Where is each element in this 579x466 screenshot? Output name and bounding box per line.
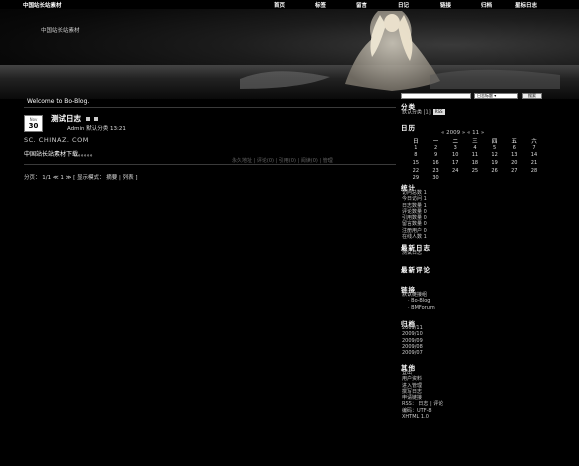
search-input[interactable] xyxy=(401,93,471,99)
weekday-label: 五 xyxy=(511,139,518,145)
calendar-day[interactable]: 7 xyxy=(524,145,544,153)
weekday-label: 一 xyxy=(432,139,439,145)
header-subtitle: 中国站长站素材 xyxy=(41,28,80,34)
divider xyxy=(24,164,396,165)
category-list: 默认分类 [1] RSS xyxy=(402,109,445,116)
calendar-day[interactable]: 12 xyxy=(485,152,505,160)
calendar-day[interactable]: 13 xyxy=(504,152,524,160)
search-button[interactable]: 搜索 xyxy=(522,93,542,99)
post-meta: Admin 默认分类 13:21 xyxy=(67,126,126,132)
link-item[interactable]: · BMForum xyxy=(402,305,435,311)
nav-tags[interactable]: 标签 xyxy=(315,1,326,9)
calendar-day[interactable]: 23 xyxy=(426,168,446,176)
calendar-day[interactable]: 15 xyxy=(406,160,426,168)
latest-post-link[interactable]: 测试日志 xyxy=(402,250,422,256)
nav-home[interactable]: 首页 xyxy=(274,1,285,9)
delete-icon[interactable] xyxy=(94,117,99,121)
rss-button[interactable]: RSS xyxy=(432,109,445,116)
weekday-label: 四 xyxy=(491,139,498,145)
stat-item: 日志数量 1 xyxy=(402,202,427,209)
calendar-title: 日历 xyxy=(401,124,416,132)
calendar-day[interactable]: 24 xyxy=(445,168,465,176)
search-row: 日志标题 ▾ 搜索 xyxy=(401,92,547,100)
calendar-day[interactable]: 30 xyxy=(426,175,446,183)
calendar-day[interactable]: 20 xyxy=(504,160,524,168)
calendar-day[interactable]: 28 xyxy=(524,168,544,176)
calendar-day[interactable]: 10 xyxy=(445,152,465,160)
calendar-day[interactable]: 22 xyxy=(406,168,426,176)
nav-archive[interactable]: 归档 xyxy=(481,1,492,9)
calendar-day[interactable]: 25 xyxy=(465,168,485,176)
calendar-day[interactable]: 4 xyxy=(465,145,485,153)
post-title-text[interactable]: 测试日志 xyxy=(51,114,81,123)
stat-item: 今日访问 1 xyxy=(402,196,427,203)
search-type-select[interactable]: 日志标题 ▾ xyxy=(474,93,518,99)
post-footer-links[interactable]: 永久地址 | 评论(0) | 引用(0) | 阅读(0) | 管理 xyxy=(232,157,333,164)
date-day: 30 xyxy=(28,122,39,130)
calendar-day[interactable]: 1 xyxy=(406,145,426,153)
other-list: 登出 用户资料 进入管理 撰写日志 申请链接 RSS： 日志 | 评论 编码：U… xyxy=(402,370,443,420)
calendar-day[interactable]: 14 xyxy=(524,152,544,160)
archive-link[interactable]: 2009/09 xyxy=(402,338,423,344)
site-name[interactable]: 中国站长站素材 xyxy=(23,1,62,9)
weekday-label: 六 xyxy=(531,139,537,145)
calendar-day[interactable]: 2 xyxy=(426,145,446,153)
welcome-text: Welcome to Bo-Blog. xyxy=(27,98,90,105)
divider xyxy=(24,107,396,108)
calendar-header[interactable]: « 2009 » « 11 » xyxy=(441,130,484,136)
calendar-day[interactable]: 21 xyxy=(524,160,544,168)
weekday-label: 三 xyxy=(472,139,478,145)
calendar-day[interactable]: 26 xyxy=(485,168,505,176)
calendar-day[interactable]: 27 xyxy=(504,168,524,176)
nav-guestbook[interactable]: 留言 xyxy=(356,1,367,9)
calendar-grid: 日 一 二 三 四 五 六 1 2 3 4 5 6 7 8 9 10 11 12… xyxy=(406,137,544,183)
latest-posts-list: 测试日志 xyxy=(402,250,422,256)
stat-item: 在线人数 1 xyxy=(402,234,427,241)
nav-starred[interactable]: 星标日志 xyxy=(515,1,537,9)
archive-list: 2009/11 2009/10 2009/09 2009/08 2009/07 xyxy=(402,325,423,356)
calendar-day[interactable]: 5 xyxy=(485,145,505,153)
weekday-label: 日 xyxy=(413,139,419,145)
edit-icon[interactable] xyxy=(85,117,90,121)
search-type-value: 日志标题 xyxy=(477,93,493,98)
calendar-day[interactable]: 11 xyxy=(465,152,485,160)
stat-item: 留言数量 0 xyxy=(402,221,427,228)
header-banner: 中国站长站素材 xyxy=(0,9,579,99)
woman-figure-image xyxy=(240,11,560,91)
calendar-day[interactable]: 3 xyxy=(445,145,465,153)
calendar-day[interactable]: 19 xyxy=(485,160,505,168)
calendar-day[interactable]: 17 xyxy=(445,160,465,168)
nav-links[interactable]: 链接 xyxy=(440,1,451,9)
stats-list: 访问总数 1 今日访问 1 日志数量 1 评论数量 0 引用数量 0 留言数量 … xyxy=(402,190,427,240)
weekday-label: 二 xyxy=(452,139,458,145)
calendar-day[interactable]: 9 xyxy=(426,152,446,160)
post-title[interactable]: 测试日志 xyxy=(51,113,99,124)
latest-comments-title: 最新评论 xyxy=(401,266,431,274)
nav-diary[interactable]: 日记 xyxy=(398,1,409,9)
archive-link[interactable]: 2009/10 xyxy=(402,331,423,337)
calendar-day[interactable]: 16 xyxy=(426,160,446,168)
category-item[interactable]: 默认分类 [1] xyxy=(402,110,431,116)
calendar-day[interactable]: 6 xyxy=(504,145,524,153)
archive-link[interactable]: 2009/07 xyxy=(402,350,423,356)
post-source: SC. CHINAZ. COM xyxy=(24,136,89,144)
post-body: 中国站长站素材下载。。。。。 xyxy=(24,151,97,158)
rss-links[interactable]: RSS： 日志 | 评论 xyxy=(402,401,443,407)
calendar-day[interactable]: 18 xyxy=(465,160,485,168)
links-list: 默认链接组 · Bo-Blog · BMForum xyxy=(402,292,435,311)
xhtml-text: XHTML 1.0 xyxy=(402,414,429,421)
date-badge: Nov 30 xyxy=(24,115,43,132)
calendar-day[interactable]: 8 xyxy=(406,152,426,160)
pagination[interactable]: 分页： 1/1 ≪ 1 ≫ [ 显示模式： 摘要 | 列表 ] xyxy=(24,173,138,181)
top-bar: 中国站长站素材 首页 标签 留言 日记 链接 归档 星标日志 xyxy=(0,0,579,9)
